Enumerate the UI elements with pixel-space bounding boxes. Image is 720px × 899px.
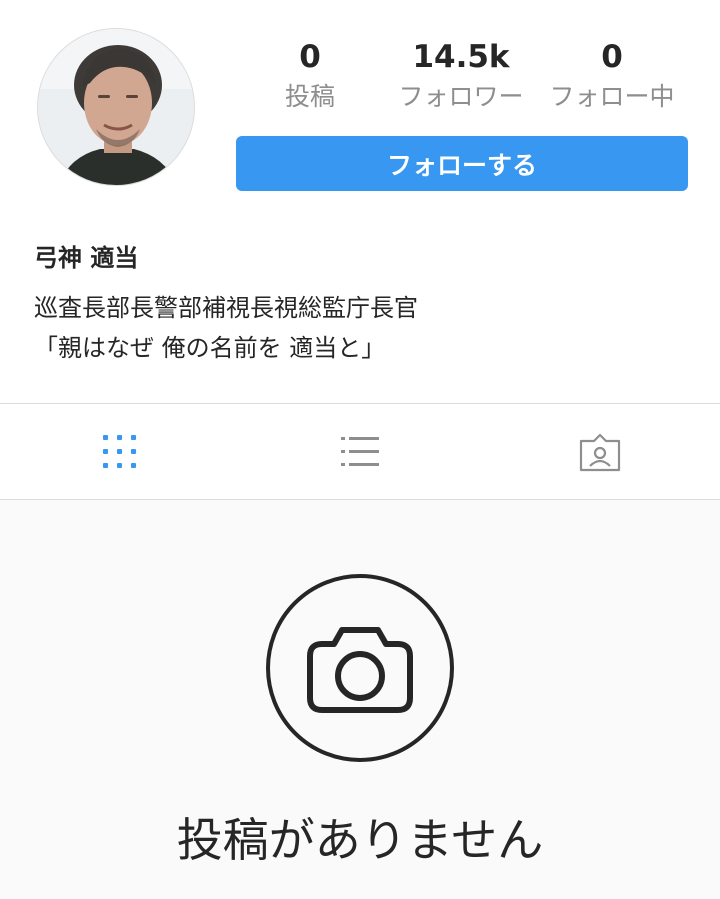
posts-count-value: 0 bbox=[299, 39, 321, 75]
profile-tab-bar bbox=[0, 403, 720, 500]
followers-count-value: 14.5k bbox=[412, 39, 510, 75]
list-icon bbox=[341, 436, 379, 466]
tab-grid[interactable] bbox=[0, 404, 240, 499]
tab-tagged[interactable] bbox=[480, 404, 720, 499]
bio-line: 「親はなぜ 俺の名前を 適当と」 bbox=[34, 334, 386, 362]
profile-avatar[interactable] bbox=[37, 28, 195, 186]
following-count-label: フォロー中 bbox=[549, 82, 675, 111]
posts-count-label: 投稿 bbox=[284, 82, 335, 111]
posts-count[interactable]: 0 投稿 bbox=[248, 36, 372, 114]
tagged-icon bbox=[579, 433, 621, 471]
followers-count[interactable]: 14.5k フォロワー bbox=[386, 36, 536, 114]
follow-button[interactable]: フォローする bbox=[236, 136, 688, 191]
following-count-value: 0 bbox=[601, 39, 623, 75]
avatar-photo bbox=[38, 29, 194, 185]
following-count[interactable]: 0 フォロー中 bbox=[536, 36, 688, 114]
grid-icon bbox=[103, 434, 136, 468]
profile-name: 弓神 適当 bbox=[34, 244, 139, 272]
tab-list[interactable] bbox=[240, 404, 480, 499]
profile-bio: 弓神 適当 巡査長部長警部補視長視総監庁長官 「親はなぜ 俺の名前を 適当と」 bbox=[34, 240, 684, 368]
camera-icon bbox=[266, 574, 454, 762]
followers-count-label: フォロワー bbox=[398, 82, 524, 111]
bio-line: 巡査長部長警部補視長視総監庁長官 bbox=[34, 294, 418, 322]
empty-state: 投稿がありません bbox=[0, 500, 720, 899]
empty-state-message: 投稿がありません bbox=[176, 813, 544, 867]
profile-stats: 0 投稿 14.5k フォロワー 0 フォロー中 bbox=[236, 36, 688, 116]
